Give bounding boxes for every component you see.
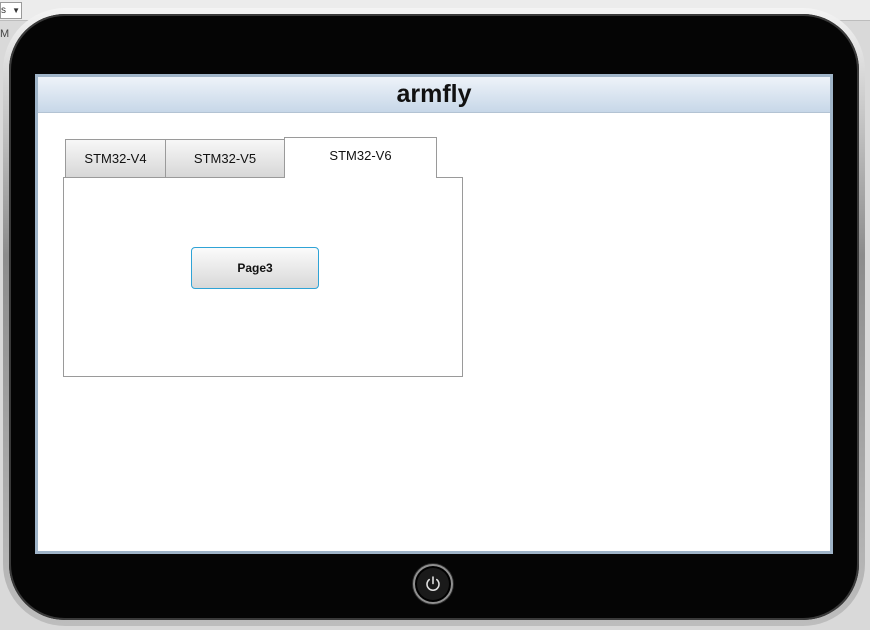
window-titlebar: armfly — [38, 77, 830, 113]
host-combo-value: s — [1, 5, 6, 16]
stage: s ▼ M armfly STM32-V4 STM32-V5 STM32-V6 … — [0, 0, 870, 630]
host-side-label: M — [0, 28, 10, 40]
host-combo-box[interactable]: s ▼ — [0, 2, 22, 19]
power-button[interactable] — [413, 564, 453, 604]
tab-stm32-v5[interactable]: STM32-V5 — [165, 139, 285, 177]
tab-stm32-v6[interactable]: STM32-V6 — [284, 137, 437, 178]
tablet-screen: armfly STM32-V4 STM32-V5 STM32-V6 Page3 — [35, 74, 833, 554]
power-icon — [426, 576, 440, 591]
tab-stm32-v4[interactable]: STM32-V4 — [65, 139, 166, 177]
page3-button[interactable]: Page3 — [191, 247, 319, 289]
chevron-down-icon: ▼ — [12, 6, 20, 15]
tab-panel: Page3 — [63, 177, 463, 377]
window-title: armfly — [396, 80, 472, 108]
